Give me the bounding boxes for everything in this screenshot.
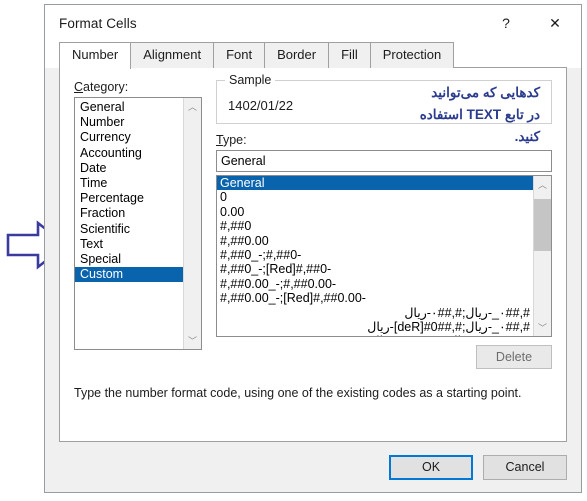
type-item-9[interactable]: #,##٠_-ریال;#,##٠-ریال [217,306,533,320]
category-label-accel: C [74,80,84,94]
category-item-accounting[interactable]: Accounting [75,146,183,161]
delete-button-row: Delete [216,345,552,369]
type-item-5[interactable]: #,##0_-;#,##0- [217,248,533,262]
cancel-button[interactable]: Cancel [483,454,567,480]
category-item-fraction[interactable]: Fraction [75,206,183,221]
type-listbox[interactable]: General 0 0.00 #,##0 #,##0.00 #,##0_-;#,… [216,175,552,337]
type-scroll-thumb[interactable] [534,199,551,251]
type-scroll-down-icon[interactable]: ﹀ [534,319,551,336]
type-list-items: General 0 0.00 #,##0 #,##0.00 #,##0_-;#,… [217,176,533,336]
sample-group-title: Sample [225,73,276,87]
dialog-title: Format Cells [59,15,137,31]
titlebar-buttons: ? ✕ [483,5,581,41]
type-scrollbar[interactable]: ︿ ﹀ [533,176,551,336]
category-item-percentage[interactable]: Percentage [75,191,183,206]
type-item-4[interactable]: #,##0.00 [217,234,533,248]
tab-alignment[interactable]: Alignment [130,42,215,68]
type-item-7[interactable]: #,##0.00_-;#,##0.00- [217,277,533,291]
category-column: Category: General Number Currency Accoun… [74,80,202,369]
type-item-10[interactable]: #,##٠_-ریال;#,##0#[Red]-ریال [217,320,533,334]
tab-fill[interactable]: Fill [328,42,371,68]
dialog-titlebar: Format Cells ? ✕ [45,5,581,41]
sample-groupbox: Sample 1402/01/22 [216,73,552,124]
panel-columns: Category: General Number Currency Accoun… [74,73,552,369]
category-item-currency[interactable]: Currency [75,130,183,145]
dialog-footer: OK Cancel [45,442,581,492]
help-icon[interactable]: ? [483,5,529,41]
type-item-11[interactable]: #,٠٠,##٠_-ریال;#,##٠٠,٠-ریال [217,334,533,336]
category-scroll-track[interactable] [184,115,201,332]
help-text: Type the number format code, using one o… [74,386,522,400]
scroll-down-icon[interactable]: ﹀ [184,332,201,349]
scroll-up-icon[interactable]: ︿ [184,98,201,115]
close-icon[interactable]: ✕ [529,5,581,41]
category-listbox[interactable]: General Number Currency Accounting Date … [74,97,202,350]
sample-value: 1402/01/22 [228,98,294,113]
type-item-6[interactable]: #,##0_-;[Red]#,##0- [217,262,533,276]
type-label-accel: T [216,133,223,147]
type-input[interactable] [216,150,552,172]
format-cells-dialog: Format Cells ? ✕ Number Alignment Font B… [44,4,582,493]
ok-button[interactable]: OK [389,454,473,480]
type-item-8[interactable]: #,##0.00_-;[Red]#,##0.00- [217,291,533,305]
category-item-time[interactable]: Time [75,176,183,191]
category-item-number[interactable]: Number [75,115,183,130]
category-label: Category: [74,80,202,94]
type-scroll-up-icon[interactable]: ︿ [534,176,551,193]
type-label-rest: ype: [222,133,247,147]
number-tab-panel: کدهایی که می‌توانید در تابع TEXT استفاده… [59,68,567,442]
type-scroll-track[interactable] [534,193,551,319]
category-scrollbar[interactable]: ︿ ﹀ [183,98,201,349]
category-item-custom[interactable]: Custom [75,267,183,283]
category-item-general[interactable]: General [75,100,183,115]
tab-border[interactable]: Border [264,42,330,68]
tab-strip: Number Alignment Font Border Fill Protec… [45,41,581,69]
type-item-1[interactable]: 0 [217,190,533,204]
category-list-items: General Number Currency Accounting Date … [75,98,183,349]
category-item-scientific[interactable]: Scientific [75,222,183,237]
category-label-rest: ategory: [83,80,129,94]
tab-number[interactable]: Number [59,42,132,69]
type-item-0[interactable]: General [217,176,533,191]
type-item-3[interactable]: #,##0 [217,219,533,233]
tab-font[interactable]: Font [213,42,266,68]
type-label: Type: [216,133,552,147]
category-item-date[interactable]: Date [75,161,183,176]
type-column: Sample 1402/01/22 Type: General 0 0.00 #… [216,73,552,369]
type-item-2[interactable]: 0.00 [217,205,533,219]
category-item-text[interactable]: Text [75,237,183,252]
tab-protection[interactable]: Protection [369,42,455,68]
category-item-special[interactable]: Special [75,252,183,267]
delete-button[interactable]: Delete [476,345,552,369]
